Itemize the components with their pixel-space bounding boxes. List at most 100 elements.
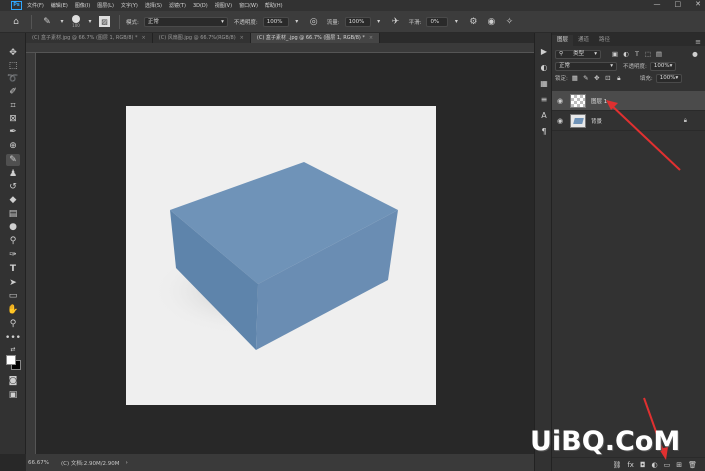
new-group-icon[interactable]: ▭ xyxy=(664,461,671,469)
move-tool-icon[interactable]: ✥ xyxy=(6,47,20,59)
maximize-button[interactable]: □ xyxy=(675,0,682,8)
tab-fan-image[interactable]: (C) 风扇图.jpg @ 66.7%(RGB/8) × xyxy=(152,33,251,43)
chevron-down-icon[interactable]: ▾ xyxy=(84,16,96,28)
menu-3d[interactable]: 3D(D) xyxy=(193,3,208,9)
character-icon[interactable]: A xyxy=(538,111,550,121)
chevron-down-icon[interactable]: ▾ xyxy=(450,16,462,28)
gear-icon[interactable]: ⚙ xyxy=(467,16,479,28)
document-canvas[interactable] xyxy=(126,106,436,405)
filter-pixel-icon[interactable]: ▣ xyxy=(611,50,619,58)
brush-preset-picker[interactable]: 100 xyxy=(72,15,80,28)
tab-channels[interactable]: 通道 xyxy=(573,35,594,46)
close-button[interactable]: ✕ xyxy=(695,0,701,8)
healing-tool-icon[interactable]: ⊕ xyxy=(6,140,20,152)
crop-tool-icon[interactable]: ⌗ xyxy=(6,100,20,112)
close-icon[interactable]: × xyxy=(369,35,373,41)
screen-mode-icon[interactable]: ▣ xyxy=(6,389,20,401)
properties-icon[interactable]: ≡ xyxy=(538,95,550,105)
chevron-down-icon[interactable]: ▾ xyxy=(56,16,68,28)
menu-layer[interactable]: 图层(L) xyxy=(97,2,114,9)
filter-toggle-icon[interactable]: ● xyxy=(691,50,699,58)
filter-adjustment-icon[interactable]: ◐ xyxy=(622,50,630,58)
tab-layers[interactable]: 图层 xyxy=(552,35,574,46)
visibility-eye-icon[interactable]: ◉ xyxy=(554,97,566,105)
lock-transparency-icon[interactable]: ▦ xyxy=(571,74,579,82)
menu-select[interactable]: 选择(S) xyxy=(145,2,162,9)
lock-artboard-icon[interactable]: ⊡ xyxy=(604,74,612,82)
flow-field[interactable]: 100% xyxy=(344,16,371,27)
paragraph-icon[interactable]: ¶ xyxy=(538,127,550,137)
adjustment-layer-icon[interactable]: ◐ xyxy=(652,461,658,469)
menu-type[interactable]: 文字(Y) xyxy=(121,2,138,9)
mode-select[interactable]: 正常 ▾ xyxy=(143,16,228,27)
pressure-opacity-icon[interactable]: ◎ xyxy=(308,16,320,28)
brush-settings-icon[interactable]: ▨ xyxy=(99,16,110,27)
color-icon[interactable]: ◐ xyxy=(538,63,550,73)
pen-tool-icon[interactable]: ✑ xyxy=(6,249,20,261)
menu-help[interactable]: 帮助(H) xyxy=(265,2,283,9)
blur-tool-icon[interactable]: ● xyxy=(6,221,20,233)
close-icon[interactable]: × xyxy=(240,35,244,41)
dodge-tool-icon[interactable]: ⚲ xyxy=(6,235,20,247)
quick-select-tool-icon[interactable]: ✐ xyxy=(6,86,20,98)
quick-mask-icon[interactable]: ◙ xyxy=(6,375,20,387)
menu-view[interactable]: 视图(V) xyxy=(215,2,232,9)
layer-filter-select[interactable]: ⚲ 类型 ▾ xyxy=(555,49,601,59)
chevron-right-icon[interactable]: › xyxy=(126,460,128,466)
close-icon[interactable]: × xyxy=(142,35,146,41)
fill-field[interactable]: 100% ▾ xyxy=(655,73,682,83)
stamp-tool-icon[interactable]: ♟ xyxy=(6,168,20,180)
foreground-color-swatch[interactable] xyxy=(6,355,16,365)
filter-smart-object-icon[interactable]: ▤ xyxy=(655,50,663,58)
airbrush-icon[interactable]: ✈ xyxy=(390,16,402,28)
marquee-tool-icon[interactable]: ⬚ xyxy=(6,60,20,72)
menu-image[interactable]: 图像(I) xyxy=(75,2,90,9)
pressure-size-icon[interactable]: ◉ xyxy=(485,16,497,28)
filter-shape-icon[interactable]: ⬚ xyxy=(644,50,652,58)
opacity-field[interactable]: 100% xyxy=(262,16,289,27)
menu-filter[interactable]: 滤镜(T) xyxy=(169,2,186,9)
brush-tool-icon[interactable]: ✎ xyxy=(41,16,53,28)
menu-edit[interactable]: 编辑(E) xyxy=(51,2,68,9)
new-layer-icon[interactable]: ⊞ xyxy=(676,461,682,469)
chevron-down-icon[interactable]: ▾ xyxy=(373,16,385,28)
panel-menu-icon[interactable]: ≡ xyxy=(695,38,701,46)
zoom-level[interactable]: 66.67% xyxy=(28,460,49,466)
document-info[interactable]: (C) 文档:2.90M/2.90M xyxy=(61,459,120,467)
zoom-tool-icon[interactable]: ⚲ xyxy=(6,318,20,330)
delete-layer-icon[interactable]: 🗑︎ xyxy=(688,461,697,469)
layer-row-layer1[interactable]: ◉ 图层 1 xyxy=(552,91,705,111)
history-icon[interactable]: ▶ xyxy=(538,47,550,57)
frame-tool-icon[interactable]: ⊠ xyxy=(6,113,20,125)
brush-tool-icon[interactable]: ✎ xyxy=(6,154,20,166)
lock-icon[interactable]: 🔒︎ xyxy=(684,117,687,125)
tab-box-material[interactable]: (C) 盒子素材.jpg @ 66.7% (图层 1, RGB/8) * × xyxy=(26,33,153,43)
hand-tool-icon[interactable]: ✋ xyxy=(6,304,20,316)
chevron-down-icon[interactable]: ▾ xyxy=(291,16,303,28)
history-brush-icon[interactable]: ↺ xyxy=(6,181,20,193)
path-select-tool-icon[interactable]: ➤ xyxy=(6,277,20,289)
eyedropper-tool-icon[interactable]: ✒ xyxy=(6,126,20,138)
layer-style-icon[interactable]: fx xyxy=(627,461,634,469)
lasso-tool-icon[interactable]: ➰ xyxy=(6,73,20,85)
lock-pixels-icon[interactable]: ✎ xyxy=(582,74,590,82)
tab-paths[interactable]: 路径 xyxy=(594,35,615,46)
photoshop-logo[interactable]: Ps xyxy=(11,1,22,10)
layer-row-background[interactable]: ◉ 背景 🔒︎ xyxy=(552,111,705,131)
tab-box-material-active[interactable]: (C) 盒子素材_.jpg @ 66.7% (图层 1, RGB/8) * × xyxy=(250,33,381,43)
symmetry-icon[interactable]: ✧ xyxy=(503,16,515,28)
visibility-eye-icon[interactable]: ◉ xyxy=(554,117,566,125)
minimize-button[interactable]: — xyxy=(654,0,661,8)
blend-mode-select[interactable]: 正常 ▾ xyxy=(555,61,617,71)
menu-window[interactable]: 窗口(W) xyxy=(239,2,258,9)
link-layers-icon[interactable]: ⛓ xyxy=(612,461,621,469)
lock-all-icon[interactable]: 🔒︎ xyxy=(615,74,623,82)
gradient-tool-icon[interactable]: ▤ xyxy=(6,208,20,220)
layer-opacity-field[interactable]: 100% ▾ xyxy=(649,61,676,71)
eraser-tool-icon[interactable]: ◆ xyxy=(6,194,20,206)
menu-file[interactable]: 文件(F) xyxy=(27,2,44,9)
add-mask-icon[interactable]: ◘ xyxy=(640,461,646,469)
shape-tool-icon[interactable]: ▭ xyxy=(6,290,20,302)
smoothing-field[interactable]: 0% xyxy=(426,16,449,27)
filter-type-icon[interactable]: T xyxy=(633,50,641,58)
